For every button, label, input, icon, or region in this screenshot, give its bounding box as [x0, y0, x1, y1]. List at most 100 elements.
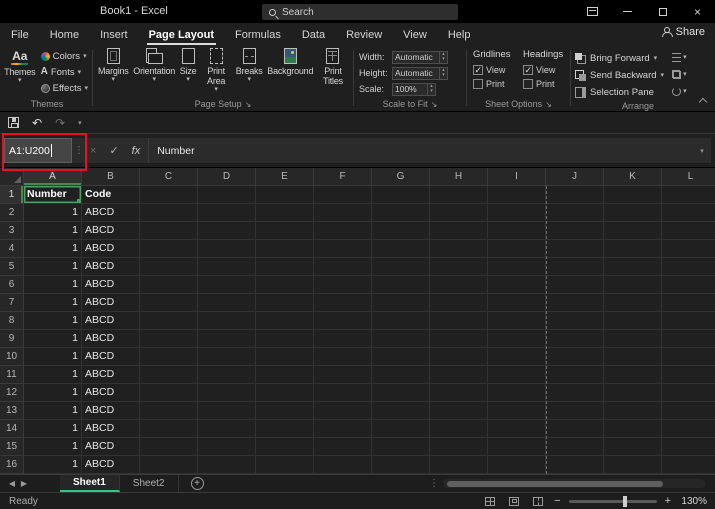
column-header-K[interactable]: K: [604, 168, 662, 186]
restore-button[interactable]: [645, 0, 680, 23]
cell-L11[interactable]: [662, 366, 715, 384]
cell-D16[interactable]: [198, 456, 256, 474]
cell-I5[interactable]: [488, 258, 546, 276]
button-size[interactable]: Size ▾: [179, 48, 198, 83]
cell-F9[interactable]: [314, 330, 372, 348]
cell-D9[interactable]: [198, 330, 256, 348]
row-header-11[interactable]: 11: [0, 366, 24, 384]
row-header-4[interactable]: 4: [0, 240, 24, 258]
button-breaks[interactable]: Breaks ▾: [235, 48, 264, 83]
horizontal-scrollbar[interactable]: [443, 479, 705, 488]
cell-B8[interactable]: ABCD: [82, 312, 140, 330]
cell-B6[interactable]: ABCD: [82, 276, 140, 294]
tab-data[interactable]: Data: [300, 25, 327, 45]
cell-K16[interactable]: [604, 456, 662, 474]
fonts-button[interactable]: A Fonts ▾: [39, 64, 90, 80]
cell-H10[interactable]: [430, 348, 488, 366]
cell-L3[interactable]: [662, 222, 715, 240]
cell-L9[interactable]: [662, 330, 715, 348]
cell-K8[interactable]: [604, 312, 662, 330]
cell-G1[interactable]: [372, 186, 430, 204]
rotate-button[interactable]: ▾: [672, 84, 687, 99]
row-header-16[interactable]: 16: [0, 456, 24, 474]
cell-E4[interactable]: [256, 240, 314, 258]
row-header-8[interactable]: 8: [0, 312, 24, 330]
cell-L10[interactable]: [662, 348, 715, 366]
save-button[interactable]: [8, 117, 19, 128]
cell-F3[interactable]: [314, 222, 372, 240]
cell-I13[interactable]: [488, 402, 546, 420]
cell-E11[interactable]: [256, 366, 314, 384]
column-header-C[interactable]: C: [140, 168, 198, 186]
cell-E1[interactable]: [256, 186, 314, 204]
cell-D14[interactable]: [198, 420, 256, 438]
cell-C7[interactable]: [140, 294, 198, 312]
gridlines-view-checkbox[interactable]: [473, 65, 483, 76]
cell-K12[interactable]: [604, 384, 662, 402]
sheet-options-dialog-launcher-icon[interactable]: ↘: [545, 100, 552, 109]
cell-A6[interactable]: 1: [24, 276, 82, 294]
cell-D3[interactable]: [198, 222, 256, 240]
cell-D11[interactable]: [198, 366, 256, 384]
cell-F12[interactable]: [314, 384, 372, 402]
cell-K11[interactable]: [604, 366, 662, 384]
select-all-button[interactable]: [0, 168, 24, 186]
cell-J2[interactable]: [546, 204, 604, 222]
themes-button[interactable]: Aa Themes ▾: [4, 48, 36, 84]
cell-E5[interactable]: [256, 258, 314, 276]
cell-L14[interactable]: [662, 420, 715, 438]
cell-I7[interactable]: [488, 294, 546, 312]
cell-K14[interactable]: [604, 420, 662, 438]
cell-I10[interactable]: [488, 348, 546, 366]
cell-C6[interactable]: [140, 276, 198, 294]
name-box[interactable]: A1:U200: [4, 138, 72, 163]
gridlines-view-option[interactable]: View: [473, 63, 517, 77]
cell-D4[interactable]: [198, 240, 256, 258]
cell-A11[interactable]: 1: [24, 366, 82, 384]
column-header-B[interactable]: B: [82, 168, 140, 186]
customize-qat-icon[interactable]: ▾: [78, 119, 82, 127]
cell-K13[interactable]: [604, 402, 662, 420]
collapse-ribbon-icon[interactable]: [699, 97, 706, 104]
page-layout-view-button[interactable]: [506, 494, 522, 509]
button-send-backward[interactable]: Send Backward ▾: [575, 67, 664, 83]
tab-home[interactable]: Home: [48, 25, 81, 45]
cell-I15[interactable]: [488, 438, 546, 456]
page-setup-dialog-launcher-icon[interactable]: ↘: [245, 100, 252, 109]
cell-D15[interactable]: [198, 438, 256, 456]
cell-C12[interactable]: [140, 384, 198, 402]
cell-G10[interactable]: [372, 348, 430, 366]
cell-G13[interactable]: [372, 402, 430, 420]
enter-button[interactable]: ✓: [109, 144, 118, 157]
cell-H5[interactable]: [430, 258, 488, 276]
cell-H7[interactable]: [430, 294, 488, 312]
cell-H9[interactable]: [430, 330, 488, 348]
cell-A10[interactable]: 1: [24, 348, 82, 366]
cell-H12[interactable]: [430, 384, 488, 402]
ribbon-display-options-button[interactable]: [575, 0, 610, 23]
row-header-5[interactable]: 5: [0, 258, 24, 276]
cell-I8[interactable]: [488, 312, 546, 330]
cell-J7[interactable]: [546, 294, 604, 312]
cell-H13[interactable]: [430, 402, 488, 420]
cell-H15[interactable]: [430, 438, 488, 456]
cell-F11[interactable]: [314, 366, 372, 384]
tab-insert[interactable]: Insert: [98, 25, 130, 45]
cell-C8[interactable]: [140, 312, 198, 330]
cell-B12[interactable]: ABCD: [82, 384, 140, 402]
cell-G7[interactable]: [372, 294, 430, 312]
cell-H1[interactable]: [430, 186, 488, 204]
cell-C10[interactable]: [140, 348, 198, 366]
cell-A3[interactable]: 1: [24, 222, 82, 240]
zoom-percentage[interactable]: 130%: [679, 496, 707, 507]
cell-C16[interactable]: [140, 456, 198, 474]
cell-E3[interactable]: [256, 222, 314, 240]
cell-D13[interactable]: [198, 402, 256, 420]
cell-H2[interactable]: [430, 204, 488, 222]
cell-G12[interactable]: [372, 384, 430, 402]
redo-button[interactable]: ↷: [55, 117, 65, 129]
cell-E10[interactable]: [256, 348, 314, 366]
cell-G6[interactable]: [372, 276, 430, 294]
cell-E8[interactable]: [256, 312, 314, 330]
cell-F4[interactable]: [314, 240, 372, 258]
